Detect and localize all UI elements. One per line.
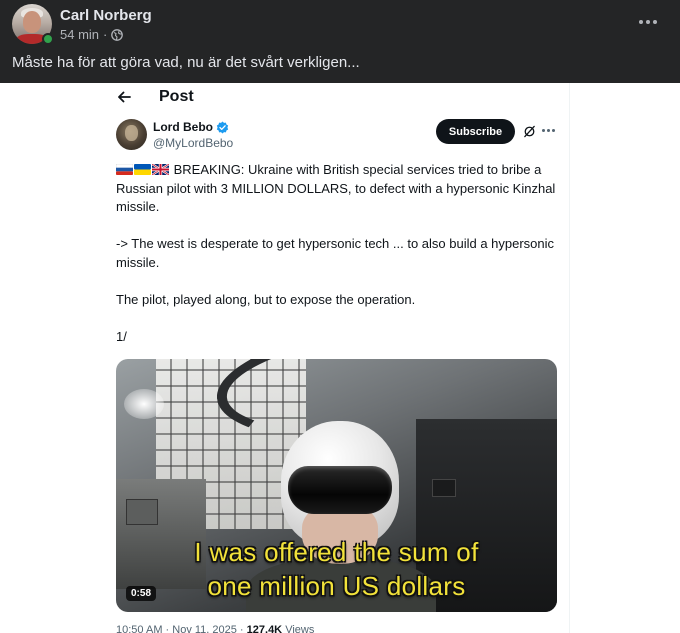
video-scene-light — [124, 389, 164, 419]
more-dot — [646, 20, 650, 24]
tweet-author: Lord Bebo @MyLordBebo Subscribe — [116, 119, 566, 155]
post-options-button[interactable] — [636, 12, 660, 32]
facebook-post-header: Carl Norberg 54 min · Måste ha för att g… — [0, 0, 680, 83]
post-meta: 54 min · — [60, 27, 124, 42]
subscribe-button[interactable]: Subscribe — [436, 119, 515, 144]
video-caption-line-2: one million US dollars — [207, 571, 466, 601]
views-label: Views — [285, 624, 315, 633]
globe-icon — [111, 28, 124, 41]
column-divider — [569, 83, 570, 633]
online-status-dot — [42, 33, 54, 45]
page-title: Post — [159, 88, 194, 105]
tweet-footer: 10:50 AM · Nov 11, 2025 · 127.4K Views — [116, 624, 314, 633]
video-duration-badge: 0:58 — [126, 586, 157, 601]
tweet-timestamp[interactable]: 10:50 AM · Nov 11, 2025 · — [116, 624, 244, 633]
tweet-body: BREAKING: Ukraine with British special s… — [116, 161, 561, 346]
more-dot — [653, 20, 657, 24]
grok-icon[interactable] — [523, 125, 536, 138]
ukraine-flag-icon — [134, 164, 151, 175]
x-post-topbar: Post — [104, 83, 569, 111]
author-avatar[interactable] — [116, 119, 147, 150]
video-scene-tag — [432, 479, 456, 497]
author-name: Lord Bebo — [153, 120, 213, 134]
author-handle[interactable]: @MyLordBebo — [153, 136, 233, 150]
video-caption-line-1: I was offered the sum of — [194, 537, 479, 567]
video-scene-visor — [288, 466, 392, 514]
author-name-row[interactable]: Lord Bebo — [153, 120, 229, 134]
russia-flag-icon — [116, 164, 133, 175]
tweet-paragraph-4: 1/ — [116, 328, 127, 344]
post-caption: Måste ha för att göra vad, nu är det svå… — [12, 54, 360, 71]
back-arrow-icon[interactable] — [116, 89, 132, 105]
more-options-icon[interactable] — [542, 129, 555, 132]
post-author-name[interactable]: Carl Norberg — [60, 7, 152, 24]
verified-badge-icon — [216, 121, 229, 133]
tweet-paragraph: BREAKING: Ukraine with British special s… — [116, 161, 561, 217]
tweet-paragraph-1: BREAKING: Ukraine with British special s… — [116, 162, 556, 214]
embedded-screenshot[interactable]: Post Lord Bebo @MyLordBebo Subscribe BRE… — [0, 83, 680, 633]
post-time[interactable]: 54 min — [60, 27, 99, 42]
profile-avatar[interactable] — [12, 4, 54, 45]
views-count: 127.4K — [246, 624, 283, 633]
tweet-paragraph-2: -> The west is desperate to get hyperson… — [116, 236, 555, 270]
tweet-paragraph-3: The pilot, played along, but to expose t… — [116, 291, 416, 307]
video-player[interactable]: I was offered the sum of one million US … — [116, 359, 557, 612]
uk-flag-icon — [152, 164, 169, 175]
meta-separator: · — [103, 27, 108, 42]
more-dot — [639, 20, 643, 24]
